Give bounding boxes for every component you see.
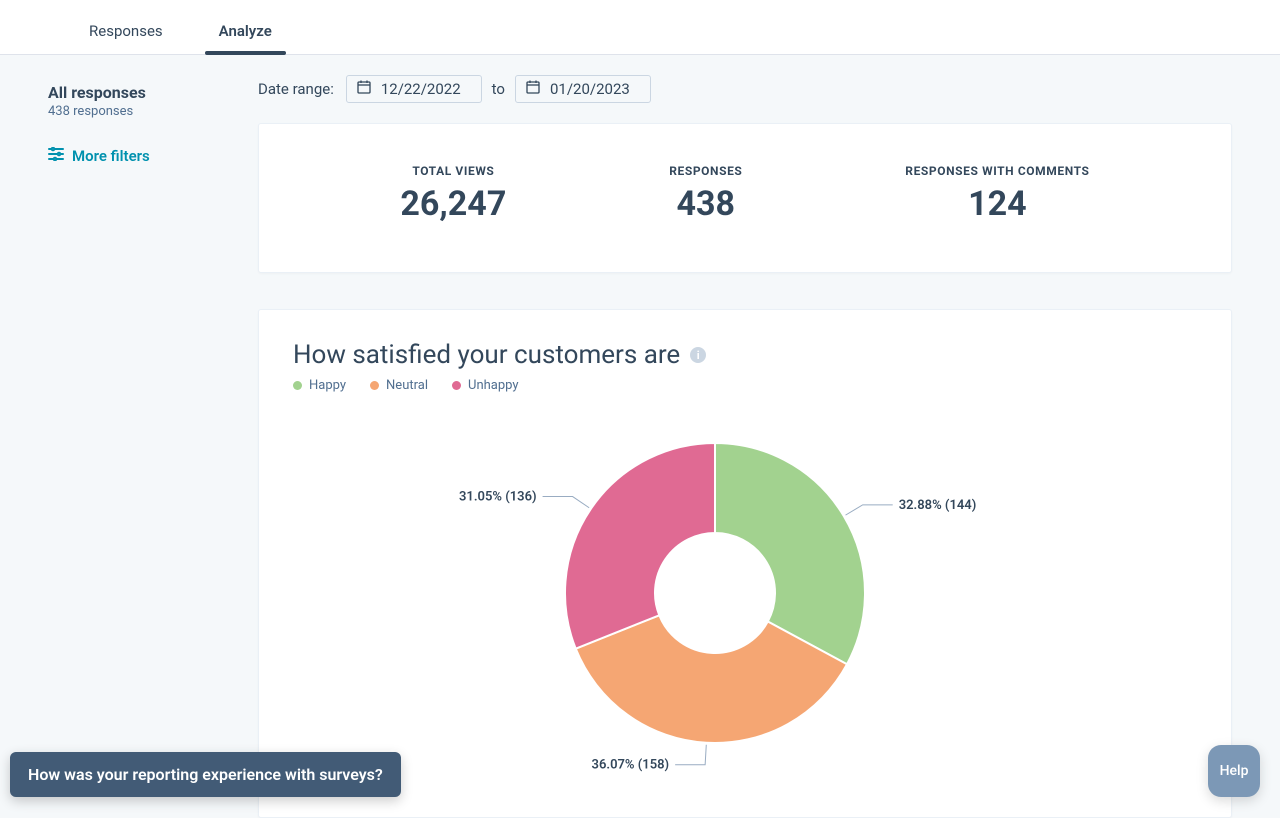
stat-value: 124 [905, 184, 1089, 224]
donut-slice-happy[interactable] [715, 443, 865, 664]
more-filters-label: More filters [72, 147, 150, 165]
slice-label-neutral: 36.07% (158) [592, 758, 670, 773]
sidebar: All responses 438 responses More filters [48, 75, 258, 818]
chart-legend: Happy Neutral Unhappy [293, 378, 1197, 393]
legend-label: Neutral [386, 378, 428, 393]
main-content: Date range: 12/22/2022 to 01/20/2023 TOT… [258, 75, 1232, 818]
calendar-icon [357, 80, 371, 98]
tab-bar: Responses Analyze [0, 0, 1280, 55]
date-to-label: to [492, 80, 505, 98]
chart-title-row: How satisfied your customers are i [293, 340, 1197, 370]
legend-dot-icon [452, 381, 461, 390]
slice-label-happy: 32.88% (144) [899, 498, 977, 513]
date-range-label: Date range: [258, 80, 334, 98]
legend-happy[interactable]: Happy [293, 378, 346, 393]
all-responses-title: All responses [48, 83, 258, 102]
donut-slice-unhappy[interactable] [565, 443, 715, 649]
stat-label: TOTAL VIEWS [400, 164, 506, 178]
legend-dot-icon [370, 381, 379, 390]
satisfaction-chart-card: How satisfied your customers are i Happy… [258, 309, 1232, 818]
calendar-icon [526, 80, 540, 98]
date-range-row: Date range: 12/22/2022 to 01/20/2023 [258, 75, 1232, 103]
stat-value: 438 [669, 184, 742, 224]
legend-dot-icon [293, 381, 302, 390]
legend-label: Happy [309, 378, 346, 393]
feedback-prompt[interactable]: How was your reporting experience with s… [10, 752, 401, 797]
date-from-input[interactable]: 12/22/2022 [346, 75, 482, 103]
info-icon[interactable]: i [690, 347, 706, 363]
leader-line [675, 745, 706, 765]
tab-analyze[interactable]: Analyze [205, 6, 286, 54]
slice-label-unhappy: 31.05% (136) [459, 490, 537, 505]
chart-title: How satisfied your customers are [293, 340, 680, 370]
stat-label: RESPONSES [669, 164, 742, 178]
stat-label: RESPONSES WITH COMMENTS [905, 164, 1089, 178]
stats-card: TOTAL VIEWS 26,247 RESPONSES 438 RESPONS… [258, 123, 1232, 273]
stat-responses: RESPONSES 438 [669, 164, 742, 224]
stat-total-views: TOTAL VIEWS 26,247 [400, 164, 506, 224]
stat-responses-comments: RESPONSES WITH COMMENTS 124 [905, 164, 1089, 224]
legend-label: Unhappy [468, 378, 519, 393]
date-from-value: 12/22/2022 [381, 80, 461, 98]
tab-responses[interactable]: Responses [75, 6, 177, 54]
donut-chart: 32.88% (144) 36.07% (158) 31.05% (136) [293, 403, 1197, 783]
leader-line [846, 505, 893, 515]
all-responses-count: 438 responses [48, 104, 258, 119]
stat-value: 26,247 [400, 184, 506, 224]
date-to-input[interactable]: 01/20/2023 [515, 75, 651, 103]
filters-icon [48, 147, 64, 165]
more-filters-link[interactable]: More filters [48, 147, 258, 165]
legend-neutral[interactable]: Neutral [370, 378, 428, 393]
date-to-value: 01/20/2023 [550, 80, 630, 98]
leader-line [543, 497, 590, 508]
legend-unhappy[interactable]: Unhappy [452, 378, 519, 393]
help-button[interactable]: Help [1208, 745, 1260, 797]
